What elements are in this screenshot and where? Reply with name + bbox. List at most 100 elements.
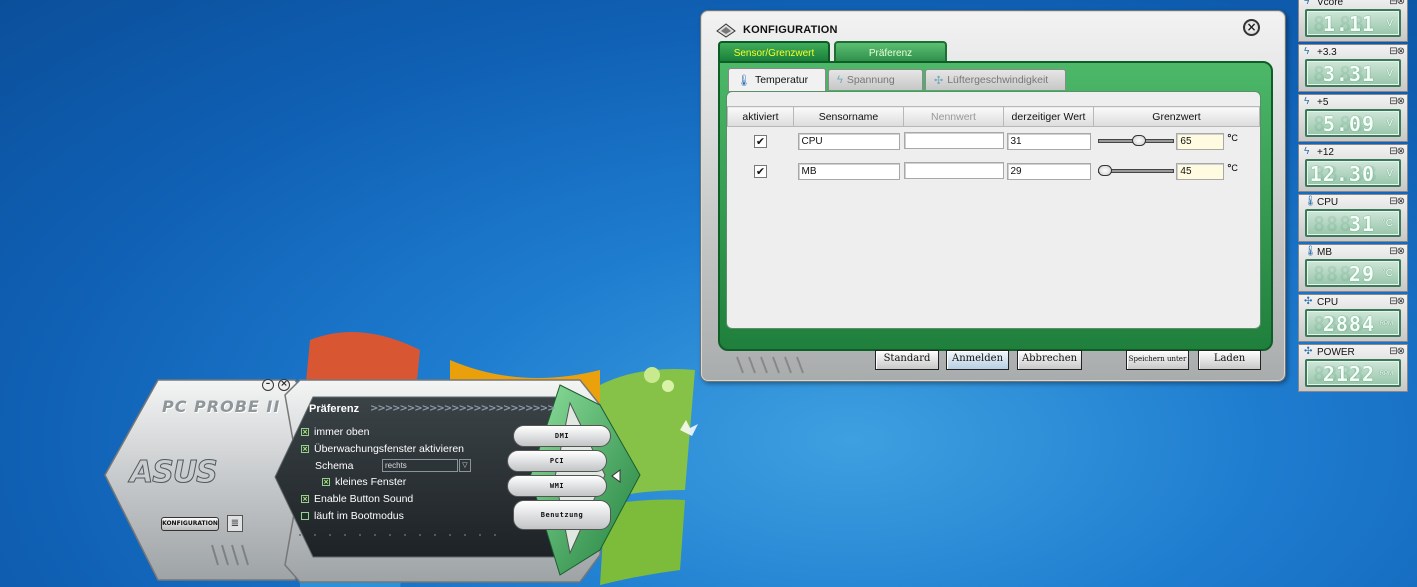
option-checkbox[interactable]: ×: [301, 428, 309, 436]
voltage-icon: ϟ: [1304, 46, 1310, 57]
lcd-unit: °C: [1381, 268, 1393, 279]
sensor-name-field[interactable]: CPU: [797, 133, 900, 151]
monitor-label: CPU: [1317, 297, 1339, 308]
option-label: immer oben: [314, 426, 370, 438]
save-as-button[interactable]: Speichern unter: [1126, 350, 1189, 370]
lcd-unit: RPM: [1379, 371, 1393, 377]
monitor-widget[interactable]: ϟ +3.3 ⊟⊗ 8.88 3.31 V: [1298, 44, 1408, 92]
monitor-controls-icon[interactable]: ⊟⊗: [1389, 246, 1405, 257]
lcd-display: 88.88 12.30 V: [1305, 159, 1401, 187]
subtab-temperature[interactable]: 🌡 Temperatur: [728, 68, 826, 91]
subtab-voltage[interactable]: ϟ Spannung: [828, 69, 923, 90]
monitor-widget[interactable]: ✣ CPU ⊟⊗ 8888 2884 RPM: [1298, 294, 1408, 342]
voltage-icon: ϟ: [1304, 0, 1310, 7]
monitor-widget[interactable]: ϟ +12 ⊟⊗ 88.88 12.30 V: [1298, 144, 1408, 192]
config-close-button[interactable]: ×: [1243, 19, 1260, 36]
monitor-widget[interactable]: ✣ POWER ⊟⊗ 8888 2122 RPM: [1298, 344, 1408, 392]
option-monitor-windows[interactable]: × Überwachungsfenster aktivieren: [301, 443, 464, 455]
enabled-checkbox[interactable]: ✔: [754, 165, 767, 178]
option-checkbox[interactable]: [301, 512, 309, 520]
monitor-widget[interactable]: 🌡 CPU ⊟⊗ 888 31 °C: [1298, 194, 1408, 242]
lcd-value: 5.09: [1322, 112, 1375, 136]
monitor-label: MB: [1317, 247, 1332, 258]
option-label: kleines Fenster: [335, 476, 407, 488]
table-row: ✔ CPU 31 65 °C: [728, 127, 1260, 157]
slider-thumb[interactable]: [1097, 165, 1112, 177]
monitor-controls-icon[interactable]: ⊟⊗: [1389, 146, 1405, 157]
monitor-label: +3.3: [1317, 47, 1337, 58]
thermometer-icon: 🌡: [737, 74, 751, 87]
schema-select[interactable]: rechts ▽: [382, 459, 471, 472]
option-small-window[interactable]: × kleines Fenster: [322, 476, 406, 488]
column-header-enabled[interactable]: aktiviert: [727, 106, 794, 127]
enabled-checkbox[interactable]: ✔: [754, 135, 767, 149]
resize-grip: [736, 356, 804, 374]
monitor-controls-icon[interactable]: ⊟⊗: [1389, 296, 1405, 307]
schema-value: rechts: [385, 461, 407, 470]
tab-sensor-limit[interactable]: Sensor/Grenzwert: [718, 41, 830, 63]
subtab-fan-speed-label: Lüftergeschwindigkeit: [947, 74, 1049, 86]
wmi-button[interactable]: WMI: [507, 475, 607, 497]
load-button[interactable]: Laden: [1198, 350, 1261, 370]
column-header-sensor-name[interactable]: Sensorname: [793, 106, 904, 127]
limit-field[interactable]: 65: [1176, 133, 1225, 151]
monitor-label: CPU: [1317, 197, 1339, 208]
column-header-limit[interactable]: Grenzwert: [1093, 106, 1260, 127]
config-title-bar[interactable]: KONFIGURATION: [715, 19, 838, 41]
subtab-fan-speed[interactable]: ✣ Lüftergeschwindigkeit: [925, 69, 1066, 90]
monitor-controls-icon[interactable]: ⊟⊗: [1389, 0, 1405, 7]
preferences-heading: Präferenz: [309, 403, 360, 415]
option-boot-mode[interactable]: läuft im Bootmodus: [301, 510, 404, 522]
monitor-controls-icon[interactable]: ⊟⊗: [1389, 196, 1405, 207]
thermometer-icon: 🌡: [1304, 246, 1317, 257]
close-button[interactable]: ×: [278, 379, 290, 391]
configuration-button[interactable]: KONFIGURATION: [161, 517, 219, 531]
minimize-button[interactable]: –: [262, 379, 274, 391]
lcd-display: 8888 2884 RPM: [1305, 309, 1401, 337]
lcd-ghost-digits: 888: [1313, 212, 1353, 236]
configuration-window: KONFIGURATION × Sensor/Grenzwert Präfere…: [700, 10, 1286, 382]
usage-button[interactable]: Benutzung: [513, 500, 611, 530]
column-header-nominal[interactable]: Nennwert: [903, 106, 1004, 127]
slider-thumb[interactable]: [1131, 135, 1146, 147]
limit-slider[interactable]: [1097, 134, 1174, 148]
chevron-down-icon[interactable]: ▽: [459, 459, 471, 472]
product-title: PC PROBE II: [162, 397, 281, 416]
lcd-value: 2122: [1322, 362, 1375, 386]
heading-arrows-decoration: >>>>>>>>>>>>>>>>>>>>>>>>>: [370, 403, 555, 414]
monitor-controls-icon[interactable]: ⊟⊗: [1389, 46, 1405, 57]
document-icon[interactable]: ≣: [227, 515, 243, 532]
monitor-widget[interactable]: 🌡 MB ⊟⊗ 888 29 °C: [1298, 244, 1408, 292]
option-checkbox[interactable]: ×: [301, 495, 309, 503]
option-always-on-top[interactable]: × immer oben: [301, 426, 369, 438]
monitor-widget[interactable]: ϟ +5 ⊟⊗ 8.88 5.09 V: [1298, 94, 1408, 142]
monitor-label: +5: [1317, 97, 1329, 108]
subtab-voltage-label: Spannung: [846, 74, 895, 86]
monitor-label: +12: [1317, 147, 1334, 158]
sensor-name-field[interactable]: MB: [797, 163, 900, 180]
option-checkbox[interactable]: ×: [322, 478, 330, 486]
monitor-label: POWER: [1317, 347, 1355, 358]
monitor-controls-icon[interactable]: ⊟⊗: [1389, 346, 1405, 357]
unit-label: °C: [1227, 133, 1238, 145]
unit-label: °C: [1227, 163, 1238, 174]
monitor-controls-icon[interactable]: ⊟⊗: [1389, 96, 1405, 107]
option-button-sound[interactable]: × Enable Button Sound: [301, 493, 413, 505]
nominal-field[interactable]: [903, 131, 1004, 149]
monitor-widget[interactable]: ϟ Vcore ⊟⊗ 8.88 1.11 V: [1298, 0, 1408, 42]
option-label: Überwachungsfenster aktivieren: [314, 443, 464, 455]
tab-preferences[interactable]: Präferenz: [834, 41, 947, 63]
fan-icon: ✣: [1304, 296, 1313, 307]
pci-button[interactable]: PCI: [507, 450, 607, 472]
column-header-current-value[interactable]: derzeitiger Wert: [1003, 106, 1094, 127]
apply-button[interactable]: Anmelden: [946, 350, 1009, 370]
limit-slider[interactable]: [1097, 164, 1174, 178]
limit-field[interactable]: 45: [1176, 163, 1225, 180]
lcd-value: 31: [1348, 212, 1375, 236]
nominal-field[interactable]: [903, 161, 1004, 179]
standard-button[interactable]: Standard: [875, 350, 939, 370]
cancel-button[interactable]: Abbrechen: [1017, 350, 1082, 370]
option-checkbox[interactable]: ×: [301, 445, 309, 453]
dmi-button[interactable]: DMI: [513, 425, 611, 447]
option-label: Enable Button Sound: [314, 493, 414, 505]
